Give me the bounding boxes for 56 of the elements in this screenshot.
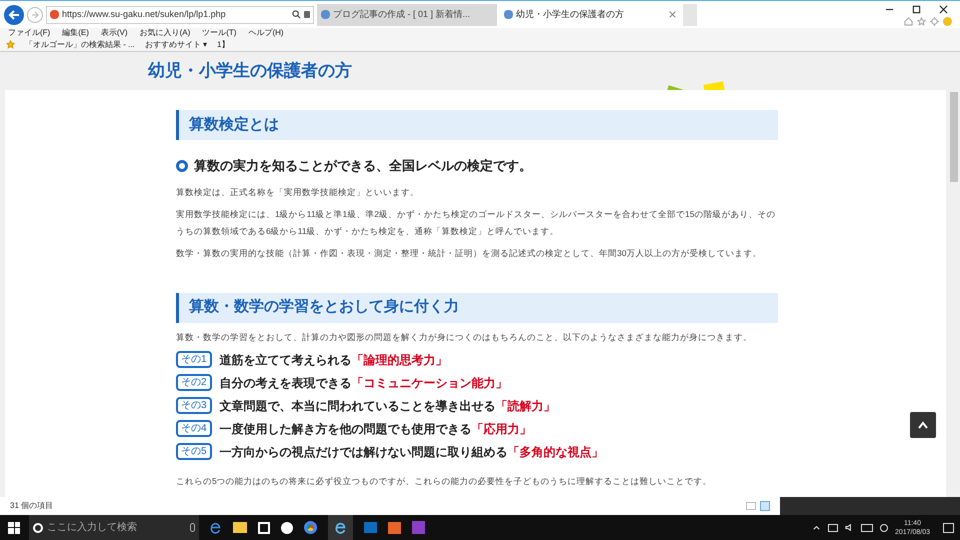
- favorite-link[interactable]: おすすめサイト ▾: [144, 38, 208, 50]
- tab-label: 幼児・小学生の保護者の方: [516, 8, 624, 21]
- paragraph: 数学・算数の実用的な技能（計算・作図・表現・測定・整理・統計・証明）を測る記述式の検定として、年間30万人以上の方が受検しています。: [176, 246, 762, 260]
- section-heading: 算数検定とは: [176, 110, 778, 140]
- close-icon[interactable]: [939, 4, 948, 14]
- menu-item[interactable]: お気に入り(A): [140, 27, 190, 39]
- arrow-right-icon: [31, 10, 39, 18]
- point-text: 文章問題で、本当に問われていることを導き出せる「読解力」: [220, 398, 556, 415]
- address-field[interactable]: https://www.su-gaku.net/suken/lp/lp1.php: [46, 6, 314, 24]
- menu-item[interactable]: ファイル(F): [8, 27, 50, 39]
- point-text: 一方向からの視点だけでは解けない問題に取り組める「多角的な視点」: [220, 444, 604, 461]
- paragraph: 算数・数学の学習をとおして、計算の力や図形の問題を解く力が身につくのはもちろんのこと、以下のようなさまざまな能力が身につきます。: [176, 330, 753, 344]
- back-to-top-button[interactable]: [910, 412, 936, 438]
- back-button[interactable]: [4, 4, 24, 24]
- favorite-link[interactable]: 「オルゴール」の検索結果 - ...: [25, 38, 135, 50]
- number-badge: その4: [176, 420, 212, 438]
- speaker-icon[interactable]: [844, 523, 854, 532]
- section-heading: 算数・数学の学習をとおして身に付く力: [176, 292, 778, 322]
- menu-item[interactable]: 編集(E): [62, 27, 89, 39]
- edge-logo-icon[interactable]: [209, 521, 222, 534]
- tab-label: ブログ記事の作成 - [ 01 ] 新着情...: [333, 8, 470, 21]
- lead-text: 算数の実力を知ることができる、全国レベルの検定です。: [194, 157, 532, 175]
- caret-up-icon[interactable]: [812, 523, 821, 532]
- menu-item[interactable]: ヘルプ(H): [248, 27, 284, 39]
- url-text: https://www.su-gaku.net/suken/lp/lp1.php: [62, 8, 227, 21]
- scrollbar-thumb[interactable]: [950, 92, 958, 182]
- caret-up-icon: [918, 421, 928, 429]
- number-badge: その5: [176, 443, 212, 460]
- point-text: 自分の考えを表現できる「コミュニケーション能力」: [220, 374, 508, 392]
- search-field[interactable]: ここに入力して検索: [29, 515, 199, 540]
- number-badge: その1: [176, 351, 212, 368]
- windows-start-icon[interactable]: [8, 522, 20, 534]
- page-title: 幼児・小学生の保護者の方: [148, 60, 352, 82]
- number-badge: その2: [176, 374, 212, 392]
- maximize-icon[interactable]: [912, 4, 921, 14]
- arrow-left-icon: [8, 8, 20, 20]
- number-badge: その3: [176, 397, 212, 414]
- search-placeholder: ここに入力して検索: [47, 520, 137, 535]
- circle-logo-icon[interactable]: [304, 521, 317, 534]
- favorites-star-icon[interactable]: [6, 40, 15, 49]
- menu-item[interactable]: 表示(V): [100, 27, 128, 39]
- ring-bullet-icon: [176, 160, 188, 172]
- browser-logo-icon[interactable]: [328, 515, 353, 540]
- paragraph: これらの5つの能力はのちの将来に必ず役立つものですが、これらの能力の必要性を子どものうちに理解することは難しいことです。: [176, 475, 713, 488]
- point-text: 一度使用した解き方を他の問題でも使用できる「応用力」: [220, 420, 532, 438]
- browser-tab[interactable]: ブログ記事の作成 - [ 01 ] 新着情...: [317, 4, 497, 26]
- item-count-text: 31 個の項目: [10, 500, 54, 512]
- menu-item[interactable]: ツール(T): [202, 27, 236, 39]
- paragraph: 算数検定は、正式名称を「実用数学技能検定」といいます。: [176, 186, 420, 198]
- star-icon[interactable]: [917, 17, 926, 26]
- close-tab-icon[interactable]: [669, 11, 676, 18]
- favorite-link[interactable]: 1】: [217, 38, 230, 50]
- microphone-icon[interactable]: [190, 523, 195, 532]
- point-text: 道筋を立てて考えられる「論理的思考力」: [220, 352, 448, 369]
- search-icon: [292, 10, 301, 19]
- paragraph: 実用数学技能検定には、1級から11級と準1級、準2級、かず・かたち検定のゴールドスター、シルバースターを合わせて全部で15の階級があり、そのうちの算数領域である6級から11級、かず・かたち検定を、通称「算数検定」と呼んでいます。: [176, 208, 776, 238]
